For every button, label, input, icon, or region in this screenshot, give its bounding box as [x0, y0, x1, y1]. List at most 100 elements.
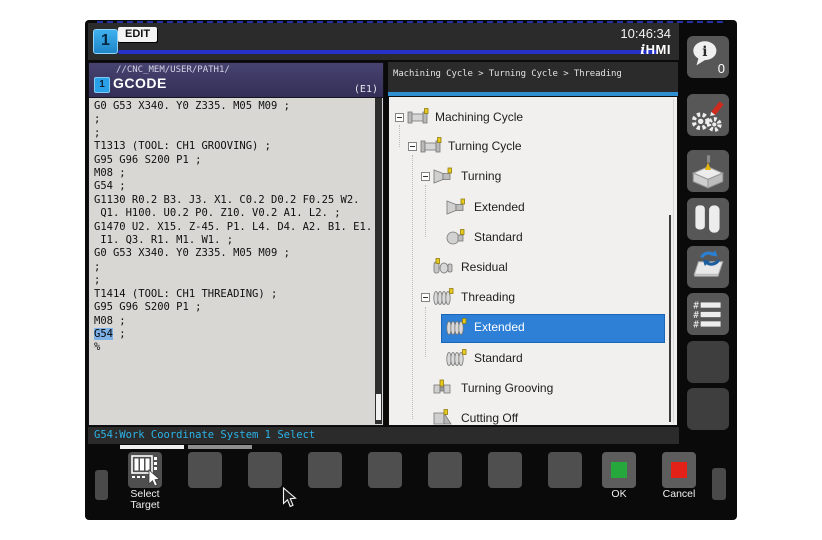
tools-icon — [687, 227, 729, 244]
sidebar-tool-manager-button[interactable] — [687, 198, 729, 240]
softkey-page-indicator — [188, 445, 252, 449]
gcode-line: T1414 (TOOL: CH1 THREADING) ; — [94, 288, 375, 301]
gcode-line: % — [94, 341, 375, 354]
info-count-badge: 0 — [718, 61, 725, 76]
softkey-blank-7[interactable] — [548, 452, 582, 488]
status-message: G54:Work Coordinate System 1 Select — [94, 429, 315, 441]
sidebar-program-list-button[interactable]: ### — [687, 293, 729, 335]
header-bar: 1 EDIT 10:46:34 iHMI — [88, 23, 679, 60]
cycle-spool-icon — [406, 107, 432, 127]
collapse-toggle-icon[interactable] — [421, 293, 430, 302]
thread-spring-icon — [445, 317, 471, 337]
softkey-blank-3[interactable] — [308, 452, 342, 488]
tree-item-machining-cycle[interactable]: Machining Cycle — [389, 103, 677, 133]
tree-item-threading[interactable]: Threading — [389, 283, 677, 313]
collapse-toggle-icon[interactable] — [408, 142, 417, 151]
select-target-button[interactable] — [128, 452, 162, 488]
clock: 10:46:34 — [620, 26, 671, 41]
tree-item-turning-cycle[interactable]: Turning Cycle — [389, 132, 677, 162]
gcode-line: G95 G96 S200 P1 ; — [94, 154, 375, 167]
ok-button[interactable] — [602, 452, 636, 488]
breadcrumb: Machining Cycle > Turning Cycle > Thread… — [388, 62, 678, 90]
sidebar-file-operations-button[interactable] — [687, 246, 729, 288]
program-list-icon: ### — [687, 322, 729, 339]
softkey-right-tab[interactable] — [712, 468, 726, 500]
residual-part-icon — [432, 257, 458, 277]
tree-item-standard[interactable]: Standard — [389, 344, 677, 374]
gcode-line: G0 G53 X340. Y0 Z335. M05 M09 ; — [94, 100, 375, 113]
gcode-line: Q1. H100. U0.2 P0. Z10. V0.2 A1. L2. ; — [94, 207, 375, 220]
channel-badge: 1 — [93, 29, 118, 54]
status-bar: G54:Work Coordinate System 1 Select — [88, 427, 679, 444]
gcode-line: G54 ; — [94, 180, 375, 193]
gcode-line: ; — [94, 261, 375, 274]
program-name: GCODE — [113, 75, 167, 91]
selected-word: G54 — [94, 328, 113, 340]
gcode-line: M08 ; — [94, 315, 375, 328]
softkey-left-tab[interactable] — [95, 470, 108, 500]
tree-item-cutting-off[interactable]: Cutting Off — [389, 404, 677, 426]
tree-item-extended[interactable]: Extended — [389, 193, 677, 223]
cnc-display-frame: 1 EDIT 10:46:34 iHMI //CNC_MEM/USER/PATH… — [85, 20, 737, 520]
editor-scrollbar-thumb[interactable] — [376, 394, 381, 420]
softkey-blank-6[interactable] — [488, 452, 522, 488]
softkey-page-indicator-active — [120, 445, 184, 449]
turning-knob-icon — [445, 227, 471, 247]
cycle-panel: Machining Cycle > Turning Cycle > Thread… — [388, 62, 678, 426]
tree-item-label: Turning Grooving — [461, 381, 553, 395]
tree-item-label: Extended — [474, 200, 525, 214]
softkey-blank-1[interactable] — [188, 452, 222, 488]
tree-item-label: Turning Cycle — [448, 139, 522, 153]
gcode-line: I1. Q3. R1. M1. W1. ; — [94, 234, 375, 247]
tree-item-turning-grooving[interactable]: Turning Grooving — [389, 374, 677, 404]
gcode-line: ; — [94, 113, 375, 126]
cutoff-part-icon — [432, 408, 458, 426]
softkey-blank-5[interactable] — [428, 452, 462, 488]
tree-item-residual[interactable]: Residual — [389, 253, 677, 283]
tree-item-extended[interactable]: Extended — [389, 313, 677, 343]
cycle-tree: Machining Cycle Turning Cycle Turning Exten… — [388, 96, 678, 426]
tree-item-standard[interactable]: Standard — [389, 223, 677, 253]
cancel-label: Cancel — [647, 489, 711, 500]
turning-cone-icon — [432, 166, 458, 186]
gcode-line: G95 G96 S200 P1 ; — [94, 301, 375, 314]
tree-item-label: Threading — [461, 290, 515, 304]
sidebar-blank-2-button[interactable] — [687, 388, 729, 430]
collapse-toggle-icon[interactable] — [395, 113, 404, 122]
thread-spring-icon — [432, 287, 458, 307]
sidebar-blank-1-button[interactable] — [687, 341, 729, 383]
select-target-label: Select Target — [115, 489, 175, 511]
tree-item-turning[interactable]: Turning — [389, 162, 677, 192]
gcode-line: G54 ; — [94, 328, 375, 341]
tree-item-label: Machining Cycle — [435, 110, 523, 124]
tree-item-label: Residual — [461, 260, 508, 274]
tree-item-label: Extended — [474, 320, 525, 334]
ok-chip — [611, 462, 627, 478]
collapse-toggle-icon[interactable] — [421, 172, 430, 181]
tree-item-label: Cutting Off — [461, 411, 518, 425]
ok-label: OK — [587, 489, 651, 500]
cancel-button[interactable] — [662, 452, 696, 488]
screen: 1 EDIT 10:46:34 iHMI //CNC_MEM/USER/PATH… — [0, 0, 822, 540]
sidebar-info-button[interactable]: i0 — [687, 36, 729, 78]
gears-tool-icon — [687, 123, 729, 140]
sidebar-workpiece-setup-button[interactable] — [687, 150, 729, 192]
gcode-line: ; — [94, 127, 375, 140]
gcode-text-area[interactable]: G0 G53 X340. Y0 Z335. M05 M09 ;;;T1313 (… — [89, 97, 375, 425]
sidebar-settings-button[interactable] — [687, 94, 729, 136]
softkey-blank-2[interactable] — [248, 452, 282, 488]
grooving-part-icon — [432, 378, 458, 398]
progress-stripe — [118, 50, 658, 54]
mouse-cursor — [282, 487, 297, 508]
tree-item-label: Standard — [474, 351, 523, 365]
folder-sync-icon — [687, 275, 729, 292]
editor-scrollbar[interactable] — [375, 98, 382, 424]
editor-channel-badge: 1 — [94, 77, 110, 93]
turning-cone-icon — [445, 197, 471, 217]
workpiece-icon — [687, 179, 729, 196]
svg-text:i: i — [702, 44, 707, 60]
gcode-line: G1470 U2. X15. Z-45. P1. L4. D4. A2. B1.… — [94, 221, 375, 234]
gcode-line: G0 G53 X340. Y0 Z335. M05 M09 ; — [94, 247, 375, 260]
softkey-blank-4[interactable] — [368, 452, 402, 488]
tree-item-label: Turning — [461, 169, 501, 183]
